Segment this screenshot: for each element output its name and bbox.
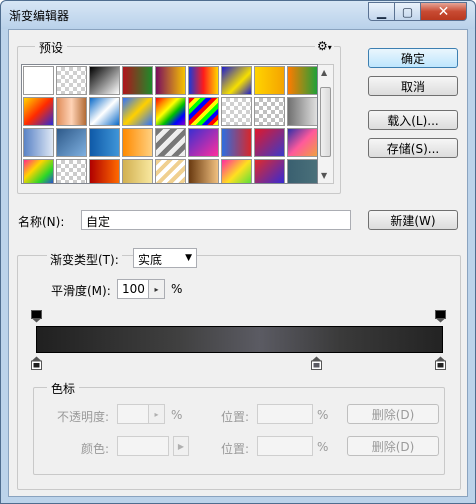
minimize-icon: ▁ <box>376 4 387 19</box>
color-location-label: 位置: <box>221 442 250 456</box>
maximize-button[interactable]: ▢ <box>395 2 421 21</box>
preset-swatch[interactable] <box>122 97 153 126</box>
preset-swatch[interactable] <box>89 128 120 157</box>
load-button[interactable]: 载入(L)... <box>368 110 458 130</box>
color-picker-arrow[interactable]: ▶ <box>173 436 189 456</box>
preset-swatch[interactable] <box>155 66 186 95</box>
opacity-stop-right[interactable] <box>435 310 446 323</box>
smoothness-input[interactable]: 100 <box>117 279 149 299</box>
preset-swatch[interactable] <box>23 97 54 126</box>
ok-button[interactable]: 确定 <box>368 48 458 68</box>
smoothness-unit: % <box>171 282 183 296</box>
preset-swatch[interactable] <box>56 128 87 157</box>
preset-swatch[interactable] <box>287 159 317 183</box>
color-stop-middle[interactable] <box>311 356 322 370</box>
dialog-body: 预设 ⚙▾ ▲ ▼ 确定 取消 载入(L)... 存储(S)... 名称(N):… <box>8 29 468 497</box>
preset-swatch[interactable] <box>56 97 87 126</box>
preset-swatch[interactable] <box>188 97 219 126</box>
title-bar[interactable]: 渐变编辑器 ▁ ▢ ✕ <box>1 1 475 29</box>
preset-swatch[interactable] <box>56 66 87 95</box>
preset-swatch[interactable] <box>221 97 252 126</box>
preset-swatch[interactable] <box>122 159 153 183</box>
preset-swatch[interactable] <box>221 66 252 95</box>
preset-swatch[interactable] <box>155 128 186 157</box>
preset-swatch[interactable] <box>188 66 219 95</box>
gradient-type-select[interactable]: 实底 ▼ <box>133 248 197 268</box>
presets-label: 预设 <box>35 39 68 56</box>
opacity-location-input[interactable] <box>257 404 313 424</box>
opacity-location-label: 位置: <box>221 410 250 424</box>
preset-swatch[interactable] <box>287 66 317 95</box>
cancel-button[interactable]: 取消 <box>368 76 458 96</box>
preset-swatch[interactable] <box>89 97 120 126</box>
delete-color-stop-button[interactable]: 删除(D) <box>347 436 439 456</box>
preset-swatch[interactable] <box>23 159 54 183</box>
preset-swatch[interactable] <box>254 128 285 157</box>
delete-opacity-stop-button[interactable]: 删除(D) <box>347 404 439 424</box>
preset-swatch[interactable] <box>221 159 252 183</box>
close-button[interactable]: ✕ <box>421 2 467 21</box>
preset-swatch[interactable] <box>221 128 252 157</box>
preset-swatch[interactable] <box>287 128 317 157</box>
opacity-input[interactable] <box>117 404 149 424</box>
color-label: 颜色: <box>81 442 110 456</box>
preset-swatch[interactable] <box>23 66 54 95</box>
scroll-up-icon[interactable]: ▲ <box>321 68 327 77</box>
close-icon: ✕ <box>437 3 450 20</box>
presets-scrollbar[interactable]: ▲ ▼ <box>318 64 334 184</box>
color-location-input[interactable] <box>257 436 313 456</box>
color-stop-left[interactable] <box>31 356 42 370</box>
preset-swatch[interactable] <box>287 97 317 126</box>
gradient-editor-window: 渐变编辑器 ▁ ▢ ✕ 预设 ⚙▾ ▲ ▼ 确定 取消 载入(L)... 存储(… <box>0 0 476 504</box>
preset-swatch[interactable] <box>23 128 54 157</box>
preset-swatch[interactable] <box>155 159 186 183</box>
preset-swatch[interactable] <box>254 97 285 126</box>
preset-swatch[interactable] <box>56 159 87 183</box>
scroll-down-icon[interactable]: ▼ <box>321 171 327 180</box>
preset-swatch-grid <box>21 64 318 184</box>
new-button[interactable]: 新建(W) <box>368 210 458 230</box>
preset-swatch[interactable] <box>188 128 219 157</box>
opacity-location-unit: % <box>317 408 329 422</box>
smoothness-label: 平滑度(M): <box>51 284 111 298</box>
chevron-down-icon: ▼ <box>185 253 192 263</box>
color-stops-group <box>33 387 445 475</box>
color-stops-label: 色标 <box>47 380 80 397</box>
opacity-stop-left[interactable] <box>31 310 42 323</box>
maximize-icon: ▢ <box>401 4 414 19</box>
preset-swatch[interactable] <box>89 159 120 183</box>
color-swatch-field[interactable] <box>117 436 169 456</box>
preset-swatch[interactable] <box>254 66 285 95</box>
opacity-label: 不透明度: <box>57 410 110 424</box>
color-location-unit: % <box>317 440 329 454</box>
preset-swatch[interactable] <box>122 66 153 95</box>
opacity-stepper[interactable]: ▸ <box>149 404 165 424</box>
preset-swatch[interactable] <box>254 159 285 183</box>
window-title: 渐变编辑器 <box>9 9 70 23</box>
preset-swatch[interactable] <box>188 159 219 183</box>
gradient-preview-bar[interactable] <box>36 326 443 353</box>
minimize-button[interactable]: ▁ <box>368 2 395 21</box>
opacity-unit: % <box>171 408 183 422</box>
save-button[interactable]: 存储(S)... <box>368 138 458 158</box>
scroll-thumb[interactable] <box>320 87 331 157</box>
smoothness-stepper[interactable]: ▸ <box>149 279 165 299</box>
gradient-type-label: 渐变类型(T): <box>47 251 122 268</box>
name-label: 名称(N): <box>18 215 65 229</box>
gradient-type-value: 实底 <box>138 253 163 267</box>
preset-swatch[interactable] <box>122 128 153 157</box>
name-input[interactable]: 自定 <box>81 210 351 230</box>
gear-icon[interactable]: ⚙▾ <box>315 39 334 53</box>
color-stop-right[interactable] <box>435 356 446 370</box>
preset-swatch[interactable] <box>89 66 120 95</box>
preset-swatch[interactable] <box>155 97 186 126</box>
